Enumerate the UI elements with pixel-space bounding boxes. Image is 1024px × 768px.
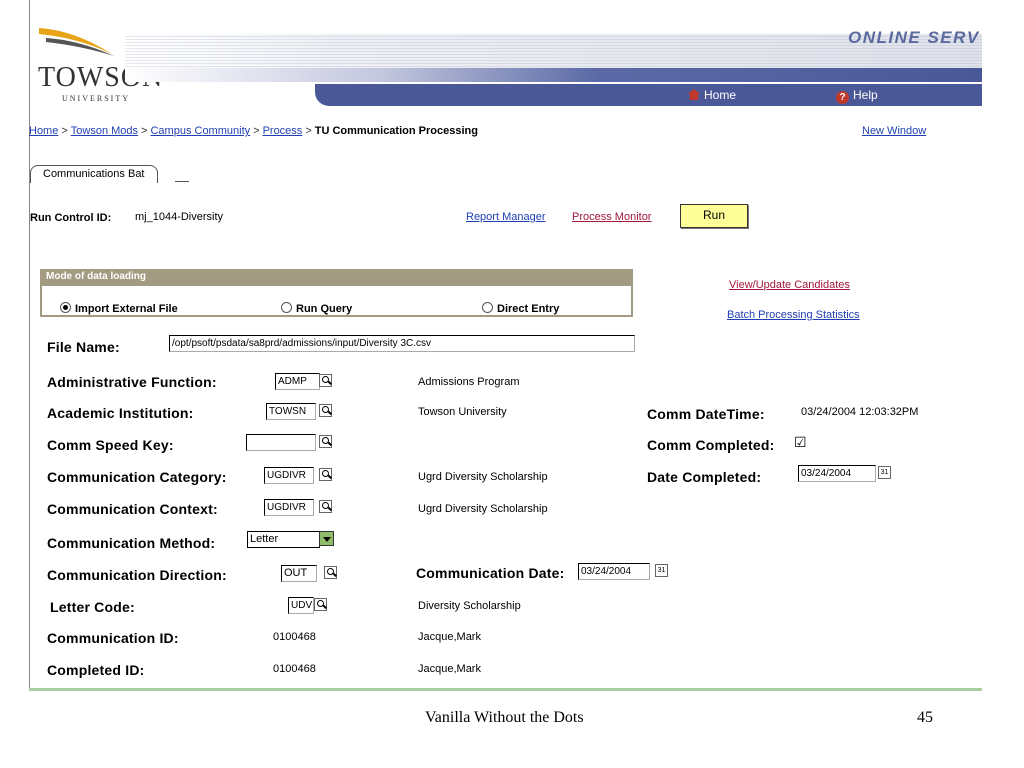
- breadcrumb-separator: >: [141, 125, 148, 137]
- communication-date-input[interactable]: 03/24/2004: [578, 563, 650, 580]
- communication-context-input[interactable]: UGDIVR: [264, 499, 314, 516]
- breadcrumb-separator: >: [253, 125, 260, 137]
- bottom-rule: [29, 688, 982, 691]
- lookup-icon[interactable]: [319, 404, 332, 417]
- lookup-icon[interactable]: [324, 566, 337, 579]
- run-control-value: mj_1044-Diversity: [135, 211, 224, 223]
- letter-code-label: Letter Code:: [50, 599, 135, 615]
- lookup-icon[interactable]: [319, 500, 332, 513]
- comm-datetime-value: 03/24/2004 12:03:32PM: [801, 406, 919, 418]
- radio-direct-entry[interactable]: Direct Entry: [482, 299, 559, 317]
- communication-direction-label: Communication Direction:: [47, 567, 227, 583]
- help-link[interactable]: ? Help: [836, 88, 878, 104]
- breadcrumb-process[interactable]: Process: [263, 125, 303, 137]
- radio-label: Run Query: [296, 303, 353, 315]
- radio-button: [482, 302, 493, 313]
- towson-logo-swoosh-icon: [39, 28, 114, 56]
- lookup-icon[interactable]: [319, 468, 332, 481]
- radio-label: Direct Entry: [497, 303, 560, 315]
- comm-datetime-label: Comm DateTime:: [647, 406, 765, 422]
- radio-run-query[interactable]: Run Query: [281, 299, 352, 317]
- calendar-icon[interactable]: 31: [655, 564, 668, 577]
- home-icon: [688, 89, 700, 100]
- academic-institution-description: Towson University: [418, 406, 507, 418]
- report-manager-link[interactable]: Report Manager: [466, 211, 546, 223]
- tab-communications-bat[interactable]: Communications Bat: [30, 165, 158, 183]
- chevron-down-icon[interactable]: [319, 531, 334, 546]
- breadcrumb-home[interactable]: Home: [29, 125, 58, 137]
- communication-id-label: Communication ID:: [47, 630, 179, 646]
- mode-group-header: Mode of data loading: [40, 269, 633, 284]
- completed-id-value: 0100468: [273, 663, 316, 675]
- breadcrumb: Home > Towson Mods > Campus Community > Proces…: [29, 125, 478, 137]
- communication-context-description: Ugrd Diversity Scholarship: [418, 503, 548, 515]
- communication-category-label: Communication Category:: [47, 469, 227, 485]
- academic-institution-label: Academic Institution:: [47, 405, 194, 421]
- date-completed-label: Date Completed:: [647, 469, 762, 485]
- file-name-label: File Name:: [47, 339, 120, 355]
- header-gradient-bar: [125, 68, 982, 82]
- lookup-icon[interactable]: [319, 435, 332, 448]
- breadcrumb-separator: >: [305, 125, 312, 137]
- home-link[interactable]: Home: [688, 88, 736, 102]
- slide-title: Vanilla Without the Dots: [425, 709, 584, 726]
- breadcrumb-separator: >: [61, 125, 68, 137]
- left-border: [29, 0, 30, 688]
- radio-button: [281, 302, 292, 313]
- breadcrumb-current: TU Communication Processing: [314, 125, 478, 137]
- help-label: Help: [853, 88, 878, 102]
- communication-category-input[interactable]: UGDIVR: [264, 467, 314, 484]
- academic-institution-input[interactable]: TOWSN: [266, 403, 316, 420]
- breadcrumb-campus-community[interactable]: Campus Community: [150, 125, 250, 137]
- communication-method-select[interactable]: Letter: [247, 531, 320, 548]
- completed-id-label: Completed ID:: [47, 662, 145, 678]
- comm-speed-key-label: Comm Speed Key:: [47, 437, 174, 453]
- communication-method-label: Communication Method:: [47, 535, 216, 551]
- lookup-icon[interactable]: [314, 598, 327, 611]
- calendar-icon[interactable]: 31: [878, 466, 891, 479]
- view-update-candidates-link[interactable]: View/Update Candidates: [729, 279, 850, 291]
- administrative-function-description: Admissions Program: [418, 376, 520, 388]
- logo-subtext: UNIVERSITY: [62, 94, 130, 103]
- comm-completed-checkbox[interactable]: ☑: [794, 434, 807, 450]
- slide-page-number: 45: [917, 709, 933, 726]
- communication-id-name: Jacque,Mark: [418, 631, 481, 643]
- letter-code-description: Diversity Scholarship: [418, 600, 521, 612]
- home-label: Home: [704, 88, 737, 102]
- header-nav-bar: [315, 84, 982, 106]
- new-window-link[interactable]: New Window: [862, 125, 926, 137]
- comm-completed-label: Comm Completed:: [647, 437, 775, 453]
- date-completed-input[interactable]: 03/24/2004: [798, 465, 876, 482]
- breadcrumb-towson-mods[interactable]: Towson Mods: [71, 125, 138, 137]
- communication-direction-input[interactable]: OUT: [281, 565, 317, 582]
- radio-button-selected: [60, 302, 71, 313]
- help-icon: ?: [836, 91, 849, 104]
- communication-context-label: Communication Context:: [47, 501, 218, 517]
- run-control-label: Run Control ID:: [30, 212, 112, 224]
- lookup-icon[interactable]: [319, 374, 332, 387]
- batch-processing-statistics-link[interactable]: Batch Processing Statistics: [727, 309, 860, 321]
- letter-code-input[interactable]: UDV: [288, 597, 314, 614]
- process-monitor-link[interactable]: Process Monitor: [572, 211, 651, 223]
- run-button[interactable]: Run: [680, 204, 748, 228]
- communication-category-description: Ugrd Diversity Scholarship: [418, 471, 548, 483]
- radio-label: Import External File: [75, 303, 178, 315]
- file-name-input[interactable]: /opt/psoft/psdata/sa8prd/admissions/inpu…: [169, 335, 635, 352]
- administrative-function-label: Administrative Function:: [47, 374, 217, 390]
- completed-id-name: Jacque,Mark: [418, 663, 481, 675]
- banner-title: ONLINE SERV: [848, 28, 980, 47]
- communication-date-label: Communication Date:: [416, 565, 565, 581]
- administrative-function-input[interactable]: ADMP: [275, 373, 320, 390]
- tab-baseline: [175, 181, 189, 182]
- communication-id-value: 0100468: [273, 631, 316, 643]
- radio-import-external-file[interactable]: Import External File: [60, 299, 178, 317]
- comm-speed-key-input[interactable]: [246, 434, 316, 451]
